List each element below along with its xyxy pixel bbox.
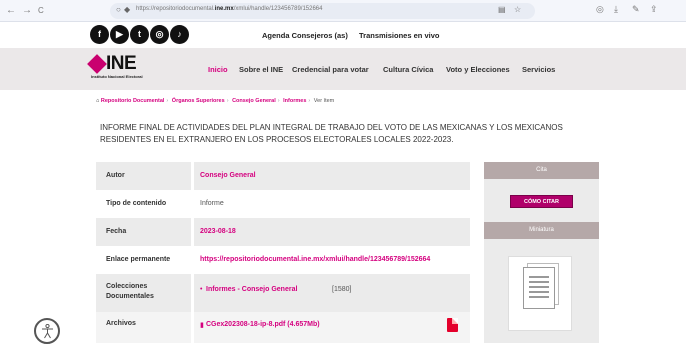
- facebook-icon[interactable]: f: [90, 25, 109, 44]
- download-icon[interactable]: ⤓: [614, 4, 618, 15]
- twitter-icon[interactable]: t: [130, 25, 149, 44]
- live-link[interactable]: Transmisiones en vivo: [359, 31, 439, 40]
- agenda-link[interactable]: Agenda Consejeros (as): [262, 31, 348, 40]
- youtube-icon[interactable]: ▶: [110, 25, 129, 44]
- file-download-link[interactable]: CGex202308-18-ip-8.pdf (4.657Mb): [206, 321, 320, 328]
- permalink-link[interactable]: https://repositoriodocumental.ine.mx/xml…: [200, 256, 430, 263]
- document-thumbnail[interactable]: [508, 256, 572, 331]
- nav-cultura-civica[interactable]: Cultura Cívica: [383, 65, 433, 74]
- type-label: Tipo de contenido: [106, 200, 167, 207]
- thumbnail-header: Miniatura: [484, 222, 599, 239]
- document-icon: [523, 267, 555, 309]
- share-icon[interactable]: ⇪: [650, 4, 658, 15]
- files-label: Archivos: [106, 320, 136, 327]
- table-row: Fecha 2023-08-18: [96, 218, 470, 246]
- extensions-icon[interactable]: ✎: [632, 4, 640, 15]
- lock-icon: ◆: [124, 5, 131, 14]
- tiktok-icon[interactable]: ♪: [170, 25, 189, 44]
- file-icon: ▮: [200, 322, 204, 329]
- shield-icon[interactable]: ◎: [596, 4, 604, 15]
- home-icon[interactable]: ⌂: [96, 98, 99, 104]
- browser-toolbar: ← → C ○ ◆ https://repositoriodocumental.…: [0, 0, 686, 22]
- bullet-icon: •: [200, 286, 203, 293]
- date-label: Fecha: [106, 228, 127, 235]
- author-link[interactable]: Consejo General: [200, 172, 256, 179]
- table-row: Colecciones Documentales • Informes - Co…: [96, 274, 470, 312]
- bookmark-star-icon[interactable]: ☆: [514, 5, 521, 14]
- table-row: Tipo de contenido Informe: [96, 190, 470, 218]
- nav-voto-elecciones[interactable]: Voto y Elecciones: [446, 65, 510, 74]
- permalink-label: Enlace permanente: [106, 256, 171, 263]
- table-row: Archivos ▮ CGex202308-18-ip-8.pdf (4.657…: [96, 312, 470, 343]
- nav-servicios[interactable]: Servicios: [522, 65, 555, 74]
- url-text[interactable]: https://repositoriodocumental.ine.mx/xml…: [136, 6, 322, 12]
- table-row: Enlace permanente https://repositoriodoc…: [96, 246, 470, 274]
- collections-label: Colecciones Documentales: [106, 283, 154, 300]
- cite-header: Cita: [484, 162, 599, 179]
- breadcrumb-consejo[interactable]: Consejo General: [232, 98, 276, 104]
- accessibility-icon[interactable]: [34, 318, 60, 344]
- author-label: Autor: [106, 172, 125, 179]
- instagram-icon[interactable]: ◎: [150, 25, 169, 44]
- person-icon: [42, 324, 53, 339]
- date-value: 2023-08-18: [200, 228, 236, 235]
- nav-inicio[interactable]: Inicio: [208, 65, 228, 74]
- social-links: f ▶ t ◎ ♪: [90, 25, 189, 44]
- breadcrumb-current: Ver ítem: [313, 98, 335, 104]
- shield-icon: ○: [116, 5, 121, 14]
- collection-link[interactable]: Informes - Consejo General: [206, 286, 297, 293]
- address-bar[interactable]: ○ ◆ https://repositoriodocumental.ine.mx…: [110, 3, 535, 19]
- nav-sobre-el-ine[interactable]: Sobre el INE: [239, 65, 283, 74]
- breadcrumb-organos[interactable]: Órganos Superiores: [172, 98, 225, 104]
- breadcrumb-repositorio[interactable]: Repositorio Documental: [101, 98, 165, 104]
- nav-credencial[interactable]: Credencial para votar: [292, 65, 369, 74]
- cite-button[interactable]: CÓMO CITAR: [510, 195, 573, 208]
- page-title: INFORME FINAL DE ACTIVIDADES DEL PLAN IN…: [100, 123, 563, 144]
- breadcrumb: ⌂ Repositorio Documental › Órganos Superi…: [96, 98, 335, 104]
- type-value: Informe: [200, 200, 224, 207]
- back-icon[interactable]: ←: [6, 4, 16, 18]
- reader-icon[interactable]: ▤: [498, 5, 506, 14]
- collection-count: [1580]: [332, 286, 352, 293]
- forward-icon[interactable]: →: [22, 4, 32, 18]
- pdf-icon[interactable]: [447, 318, 458, 332]
- breadcrumb-informes[interactable]: Informes: [283, 98, 306, 104]
- reload-icon[interactable]: C: [38, 4, 44, 18]
- table-row: Autor Consejo General: [96, 162, 470, 190]
